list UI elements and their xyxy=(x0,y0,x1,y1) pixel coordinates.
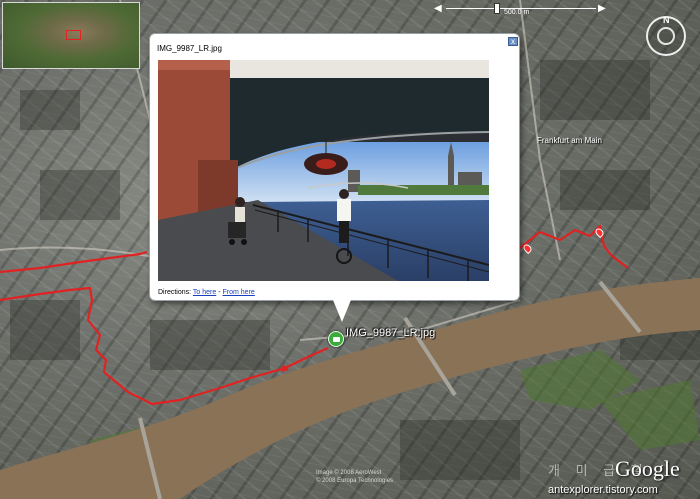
balloon-pointer xyxy=(333,300,351,322)
scale-label: 500.0 m xyxy=(504,9,530,16)
directions-row: Directions: To here - From here xyxy=(158,289,255,296)
look-joystick[interactable] xyxy=(657,27,675,45)
zoom-slider[interactable]: ◀ 500.0 m ▶ xyxy=(434,2,610,16)
balloon-photo xyxy=(158,60,489,281)
plus-icon[interactable]: ▶ xyxy=(598,3,606,15)
directions-label: Directions: xyxy=(158,289,192,296)
overview-viewport-frame xyxy=(66,30,81,40)
minus-icon[interactable]: ◀ xyxy=(434,3,442,15)
slider-handle[interactable] xyxy=(494,3,500,14)
placemark-label[interactable]: IMG_9987_LR.jpg xyxy=(346,327,435,339)
watermark-url: antexplorer.tistory.com xyxy=(548,484,658,496)
balloon-title: IMG_9987_LR.jpg xyxy=(157,44,222,53)
close-icon[interactable]: x xyxy=(508,37,518,46)
google-logo: Google xyxy=(615,456,680,481)
camera-icon[interactable] xyxy=(328,331,344,347)
directions-separator: - xyxy=(218,289,221,296)
info-balloon: IMG_9987_LR.jpg x Directions: To here - … xyxy=(149,33,520,322)
bridge-promenade-photo xyxy=(158,60,489,281)
navigation-compass[interactable]: N xyxy=(646,15,686,56)
to-here-link[interactable]: To here xyxy=(193,289,216,296)
overview-map[interactable] xyxy=(2,2,140,69)
from-here-link[interactable]: From here xyxy=(223,289,255,296)
copyright-notice: Image © 2008 AeroWest © 2008 Europa Tech… xyxy=(316,470,394,484)
map-place-label: Frankfurt am Main xyxy=(537,136,602,145)
north-indicator: N xyxy=(663,15,670,25)
